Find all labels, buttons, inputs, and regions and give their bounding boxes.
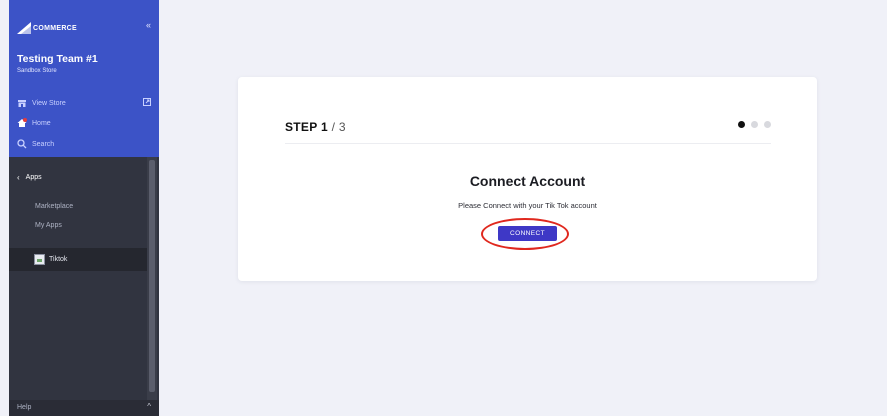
step-indicator: STEP 1 / 3	[285, 120, 346, 134]
step-dot-2	[751, 121, 758, 128]
step-current: STEP 1	[285, 120, 328, 134]
sidebar-footer	[9, 400, 159, 416]
sidebar-item-marketplace[interactable]: Marketplace	[35, 203, 73, 210]
chevron-up-icon[interactable]: ^	[147, 402, 151, 411]
connect-button[interactable]: CONNECT	[498, 226, 557, 241]
app-thumbnail-icon	[34, 254, 45, 265]
app-label: Tiktok	[49, 256, 68, 263]
nav-search[interactable]: Search	[17, 139, 54, 149]
nav-home[interactable]: Home	[17, 118, 51, 128]
apps-back-link[interactable]: ‹ Apps	[17, 173, 42, 182]
step-total: / 3	[327, 120, 346, 134]
connect-account-card: STEP 1 / 3 Connect Account Please Connec…	[238, 77, 817, 281]
collapse-sidebar-icon[interactable]: «	[146, 20, 151, 30]
search-icon	[17, 139, 27, 149]
apps-label: Apps	[25, 174, 42, 181]
step-dot-3	[764, 121, 771, 128]
step-dots	[738, 121, 771, 128]
nav-label: Search	[32, 140, 55, 148]
store-name: Testing Team #1	[17, 53, 98, 65]
card-description: Please Connect with your Tik Tok account	[458, 201, 597, 210]
sidebar: COMMERCE « Testing Team #1 Sandbox Store…	[9, 0, 159, 416]
sidebar-item-my-apps[interactable]: My Apps	[35, 222, 62, 229]
bigcommerce-logo-icon	[17, 22, 31, 34]
sidebar-item-tiktok[interactable]: Tiktok	[9, 248, 147, 271]
brand-name: COMMERCE	[33, 24, 78, 32]
divider	[285, 143, 771, 144]
nav-label: Home	[32, 119, 51, 127]
sidebar-scrollbar[interactable]	[149, 160, 155, 392]
store-type: Sandbox Store	[17, 68, 57, 74]
card-title: Connect Account	[469, 173, 586, 189]
store-icon	[17, 98, 27, 108]
nav-label: View Store	[32, 99, 66, 107]
sidebar-header: COMMERCE « Testing Team #1 Sandbox Store…	[9, 0, 159, 157]
nav-view-store[interactable]: View Store	[17, 98, 66, 108]
external-link-icon[interactable]	[143, 98, 151, 106]
home-icon	[17, 118, 27, 128]
brand-logo[interactable]: COMMERCE	[17, 20, 77, 36]
step-dot-1	[738, 121, 745, 128]
help-link[interactable]: Help	[17, 404, 31, 411]
chevron-left-icon: ‹	[17, 173, 20, 182]
